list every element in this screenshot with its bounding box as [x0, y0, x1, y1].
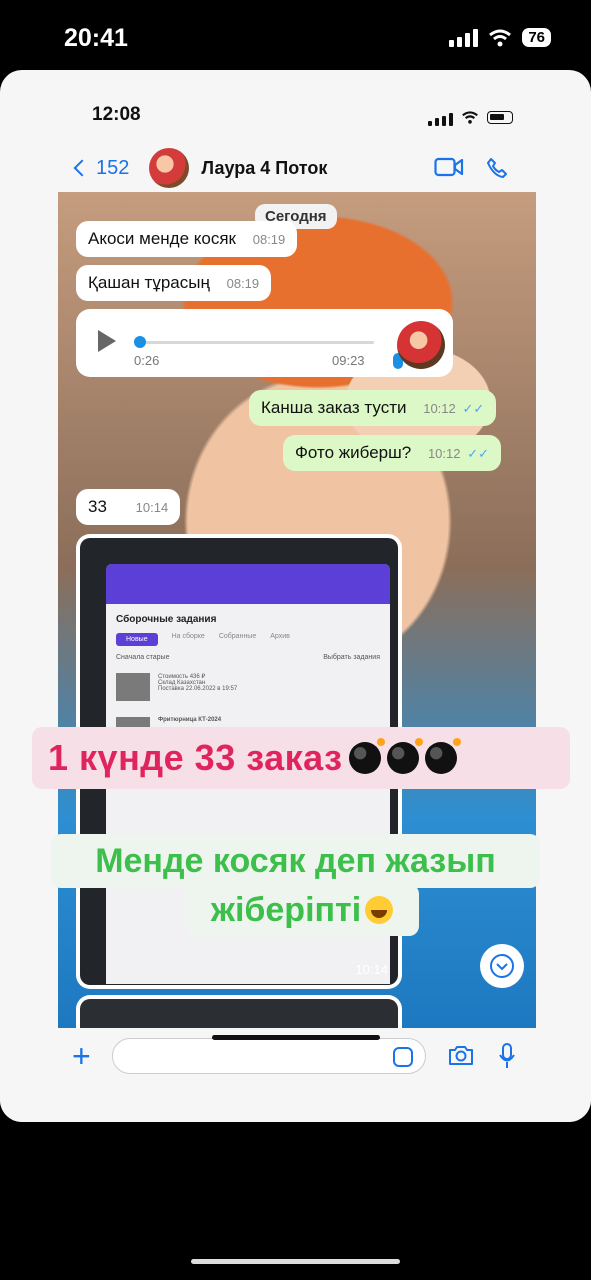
photo-item-title: Фритюрница КТ-2024: [158, 717, 222, 723]
story-caption-line2: Менде косяк деп жазып: [51, 834, 540, 888]
photo-screen-tabs: Новые На сборке Собранные Архив: [106, 629, 390, 650]
avatar[interactable]: [149, 148, 190, 188]
message-composer: +: [0, 1030, 591, 1122]
message-time: 09:23: [332, 353, 365, 368]
device-time: 20:41: [64, 24, 128, 52]
photo-screen-topbar: [106, 564, 390, 604]
photo-tab: Новые: [116, 633, 158, 646]
device-status-bar: 20:41 76: [0, 0, 591, 80]
unread-count: 152: [96, 156, 130, 179]
battery-icon: [487, 110, 513, 124]
photo-screen-title: Сборочные задания: [116, 614, 217, 625]
camera-icon[interactable]: [448, 1044, 474, 1066]
microphone-icon[interactable]: [497, 1042, 517, 1070]
signal-icon: [449, 28, 479, 47]
sender-avatar: [397, 321, 445, 369]
chevron-down-icon: [490, 954, 514, 978]
message-bubble[interactable]: Фото жиберш? 10:12 ✓✓: [283, 435, 502, 471]
phone-call-icon[interactable]: [486, 157, 508, 179]
back-button[interactable]: 152: [58, 157, 129, 180]
inner-status-icons: [428, 108, 513, 126]
attach-plus-icon[interactable]: +: [72, 1040, 91, 1072]
photo-screen-filters: Сначала старые Выбрать задания: [106, 650, 390, 665]
laughing-emoji-icon: [365, 896, 394, 924]
message-time: 10:12: [427, 446, 461, 461]
message-text: Қашан тұрасың: [88, 273, 210, 292]
caption-text: жіберіпті: [210, 890, 362, 929]
inner-time: 12:08: [92, 104, 141, 125]
photo-item-date: Поставка 22.06.2022 в 19:57: [158, 686, 238, 692]
voice-elapsed: 0:26: [134, 353, 160, 368]
photo-select-label: Выбрать задания: [323, 654, 380, 661]
wifi-icon: [489, 29, 512, 46]
video-call-icon[interactable]: [434, 157, 464, 177]
photo-tab: Собранные: [218, 633, 257, 640]
photo-screen-row: Стоимость 436 ₽ Склад Казахстан Поставка…: [106, 665, 390, 709]
photo-tab: На сборке: [171, 633, 205, 640]
battery-indicator: 76: [522, 28, 551, 47]
photo-sort-label: Сначала старые: [116, 654, 170, 661]
chevron-left-icon: [73, 159, 91, 177]
caption-text: 1 күнде 33 заказ: [48, 737, 343, 778]
device-status-icons: 76: [449, 28, 551, 47]
message-time: 10:14: [355, 962, 388, 977]
message-time: 08:19: [252, 232, 286, 247]
message-time: 10:14: [135, 500, 169, 515]
message-text: Акоси менде косяк: [88, 229, 236, 248]
contact-name[interactable]: Лаура 4 Поток: [201, 158, 327, 179]
message-bubble[interactable]: Акоси менде косяк 08:19: [76, 221, 298, 257]
wifi-icon: [462, 110, 478, 124]
message-text: Фото жиберш?: [295, 443, 412, 462]
message-bubble[interactable]: Қашан тұрасың 08:19: [76, 265, 272, 301]
screenshot-card: 12:08 152 Лаура 4 Поток Сегодня Акоси ме…: [0, 70, 591, 1122]
story-caption-line1: 1 күнде 33 заказ: [32, 727, 570, 789]
photo-tab: Архив: [270, 633, 290, 640]
voice-progress-track[interactable]: [138, 341, 374, 344]
message-input[interactable]: [125, 1039, 385, 1073]
story-caption-line3: жіберіпті: [185, 884, 419, 936]
signal-icon: [428, 108, 453, 126]
message-text: 33: [88, 497, 107, 516]
voice-progress-handle[interactable]: [134, 336, 146, 348]
photo-message[interactable]: [76, 995, 402, 1028]
play-icon[interactable]: [98, 330, 116, 352]
message-bubble[interactable]: 33 10:14: [76, 489, 181, 525]
message-bubble[interactable]: Канша заказ тусти 10:12 ✓✓: [249, 390, 497, 426]
bomb-emoji-icon: [424, 738, 461, 774]
photo-item-price: Стоимость 436 ₽: [158, 674, 206, 680]
scroll-to-bottom-button[interactable]: [480, 944, 524, 988]
device-home-indicator: [191, 1259, 400, 1264]
photo-image[interactable]: [80, 999, 398, 1028]
message-input-wrapper[interactable]: [112, 1038, 426, 1074]
message-time: 08:19: [226, 276, 260, 291]
voice-message[interactable]: 0:26 09:23: [76, 309, 453, 377]
caption-text: Менде косяк деп жазып: [95, 841, 496, 880]
message-time: 10:12: [423, 401, 456, 416]
bomb-emoji-icon: [348, 738, 385, 774]
chat-header: 152 Лаура 4 Поток: [58, 144, 536, 192]
sticker-icon[interactable]: [393, 1047, 413, 1067]
bomb-emoji-icon: [386, 738, 423, 774]
message-text: Канша заказ тусти: [261, 398, 407, 417]
header-actions: [434, 157, 508, 179]
inner-status-bar: 12:08: [0, 70, 591, 154]
read-receipt-icon: ✓✓: [467, 446, 490, 461]
home-indicator: [212, 1035, 380, 1040]
read-receipt-icon: ✓✓: [462, 401, 485, 416]
